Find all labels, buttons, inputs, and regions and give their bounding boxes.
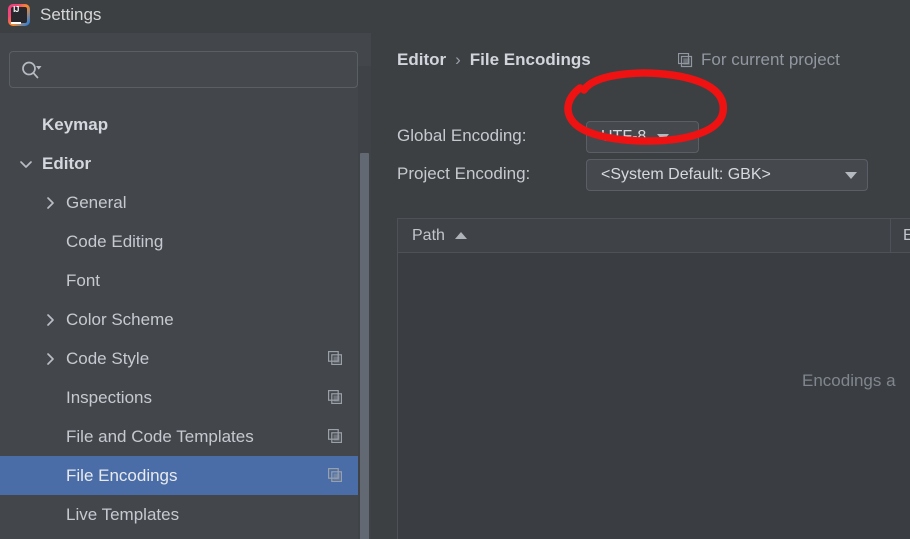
project-encoding-value: <System Default: GBK> xyxy=(601,166,771,183)
settings-sidebar: Keymap Editor General Code Editing Font Color… xyxy=(0,33,371,539)
sidebar-item-font[interactable]: Font xyxy=(0,261,371,300)
breadcrumb-parent[interactable]: Editor xyxy=(397,50,446,70)
table-body: Encodings a xyxy=(398,253,910,539)
sidebar-item-color-scheme[interactable]: Color Scheme xyxy=(0,300,371,339)
encodings-table[interactable]: Path E Encodings a xyxy=(397,218,910,539)
sidebar-item-label: Font xyxy=(66,270,101,290)
copy-icon[interactable] xyxy=(328,468,343,483)
chevron-right-icon[interactable] xyxy=(42,312,58,328)
project-encoding-row: Project Encoding: xyxy=(397,164,530,184)
column-header-encoding-label: E xyxy=(903,227,910,245)
sidebar-item-general[interactable]: General xyxy=(0,183,371,222)
sidebar-item-label: Live Templates xyxy=(66,504,180,524)
global-encoding-row: Global Encoding: xyxy=(397,126,526,146)
breadcrumb: Editor › File Encodings xyxy=(397,47,591,73)
column-header-encoding[interactable]: E xyxy=(903,219,910,252)
sidebar-item-file-and-code-templates[interactable]: File and Code Templates xyxy=(0,417,371,456)
breadcrumb-current: File Encodings xyxy=(469,50,591,69)
intellij-idea-logo-icon: IJ xyxy=(8,4,30,26)
scope-hint-label: For current project xyxy=(701,50,840,69)
search-input[interactable] xyxy=(50,52,350,87)
sidebar-item-label: Inspections xyxy=(66,387,152,407)
sidebar-item-code-editing[interactable]: Code Editing xyxy=(0,222,371,261)
sidebar-item-label: File and Code Templates xyxy=(66,426,254,446)
sidebar-item-label: Code Editing xyxy=(66,231,164,251)
chevron-down-icon[interactable] xyxy=(18,156,34,172)
global-encoding-combo[interactable]: UTF-8 xyxy=(586,121,699,153)
chevron-down-icon xyxy=(657,133,670,141)
sidebar-item-label: Code Style xyxy=(66,348,150,368)
column-header-path[interactable]: Path xyxy=(412,219,467,252)
sidebar-scrollbar-thumb[interactable] xyxy=(360,153,369,539)
sidebar-item-file-encodings[interactable]: File Encodings xyxy=(0,456,371,495)
sort-ascending-icon xyxy=(454,232,467,239)
global-encoding-value: UTF-8 xyxy=(601,128,647,145)
chevron-right-icon[interactable] xyxy=(42,195,58,211)
sidebar-item-label: Color Scheme xyxy=(66,309,174,329)
sidebar-item-live-templates[interactable]: Live Templates xyxy=(0,495,371,534)
sidebar-item-label: Editor xyxy=(42,153,92,173)
settings-tree: Keymap Editor General Code Editing Font Color… xyxy=(0,105,371,539)
sidebar-item-label: File Encodings xyxy=(66,465,178,485)
search-icon[interactable] xyxy=(20,60,42,80)
copy-icon[interactable] xyxy=(328,390,343,405)
sidebar-item-inspections[interactable]: Inspections xyxy=(0,378,371,417)
window-title: Settings xyxy=(40,5,102,24)
settings-content-panel: Editor › File Encodings For current proj… xyxy=(371,33,910,539)
column-divider[interactable] xyxy=(890,219,891,252)
settings-window: IJ Settings Keymap Editor General Code Edit… xyxy=(0,0,910,539)
scope-hint: For current project xyxy=(677,47,840,73)
search-box[interactable] xyxy=(9,51,358,88)
chevron-right-icon[interactable] xyxy=(42,351,58,367)
chevron-down-icon xyxy=(845,171,857,179)
sidebar-item-code-style[interactable]: Code Style xyxy=(0,339,371,378)
table-empty-placeholder: Encodings a xyxy=(802,371,896,390)
project-encoding-combo[interactable]: <System Default: GBK> xyxy=(586,159,868,191)
title-bar: IJ Settings xyxy=(0,0,910,33)
copy-icon[interactable] xyxy=(328,429,343,444)
global-encoding-label: Global Encoding: xyxy=(397,126,527,145)
sidebar-item-keymap[interactable]: Keymap xyxy=(0,105,371,144)
copy-icon[interactable] xyxy=(328,351,343,366)
breadcrumb-separator-icon: › xyxy=(455,50,461,69)
sidebar-item-label: Keymap xyxy=(42,114,109,134)
project-encoding-label: Project Encoding: xyxy=(397,164,531,183)
copy-icon xyxy=(677,52,693,68)
table-header-row: Path E xyxy=(398,219,910,253)
column-header-path-label: Path xyxy=(412,226,445,244)
sidebar-item-label: General xyxy=(66,192,127,212)
sidebar-item-editor[interactable]: Editor xyxy=(0,144,371,183)
